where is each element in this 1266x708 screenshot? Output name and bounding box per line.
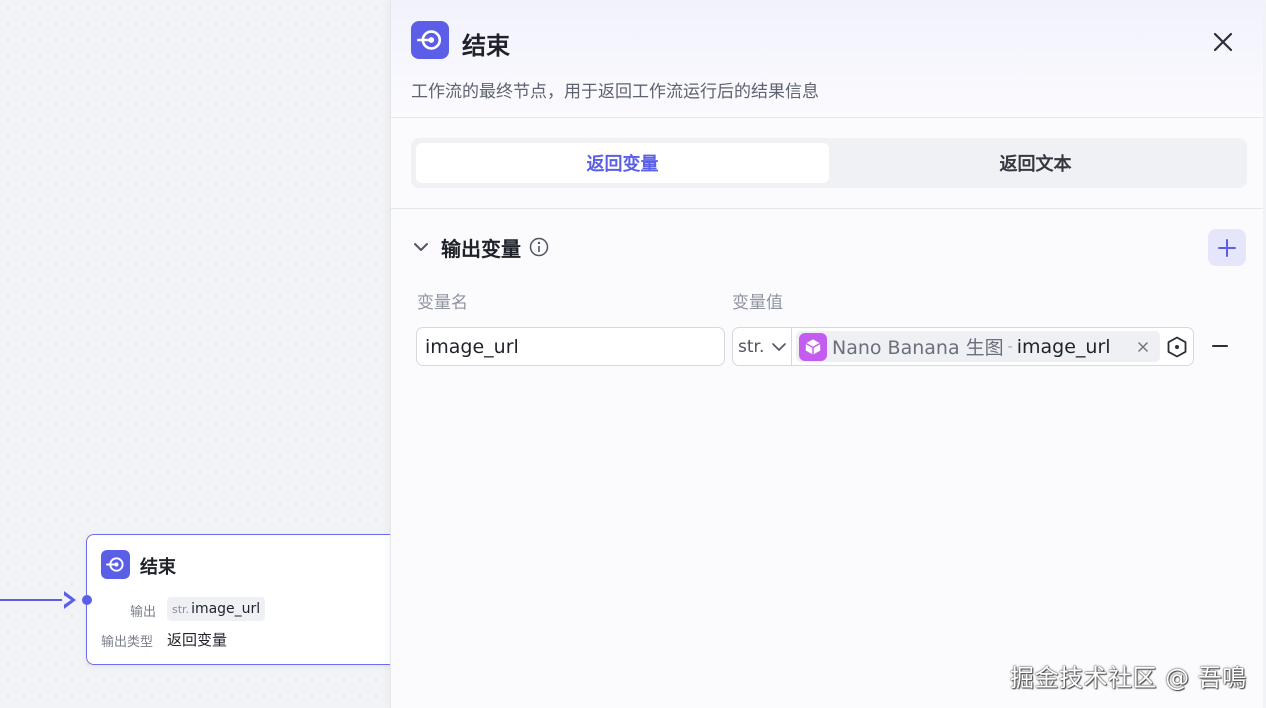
minus-icon: [1212, 345, 1228, 347]
variable-reference-chip[interactable]: Nano Banana 生图 - image_url: [796, 331, 1160, 362]
node-title: 结束: [140, 557, 176, 578]
variable-picker-button[interactable]: [1166, 336, 1188, 358]
cube-icon: [799, 332, 827, 361]
watermark-text: 掘金技术社区 @ 吾鳴: [1010, 664, 1247, 692]
tab-return-variable[interactable]: 返回变量: [416, 143, 829, 183]
output-section-header[interactable]: 输出变量: [413, 230, 549, 264]
chevron-down-icon[interactable]: [413, 239, 429, 255]
end-node-icon: [101, 550, 130, 579]
reference-node-name: Nano Banana 生图: [832, 337, 1004, 359]
close-icon: [1138, 341, 1148, 352]
variable-name-input[interactable]: [416, 327, 725, 366]
plus-icon: [1218, 238, 1236, 257]
column-label-value: 变量值: [732, 293, 783, 313]
variable-type-select[interactable]: str.: [733, 328, 792, 365]
chevron-down-icon: [772, 342, 787, 351]
variable-picker-icon: [1167, 336, 1187, 357]
section-divider: [391, 208, 1263, 209]
node-output-chip: str. image_url: [167, 597, 266, 621]
close-button[interactable]: [1209, 28, 1237, 56]
reference-separator: -: [1007, 338, 1013, 355]
tab-return-text[interactable]: 返回文本: [829, 143, 1242, 183]
clear-reference-button[interactable]: [1136, 340, 1150, 354]
output-section-title: 输出变量: [441, 236, 521, 261]
remove-variable-button[interactable]: [1209, 335, 1231, 357]
return-mode-tabs: 返回变量 返回文本: [411, 138, 1247, 188]
node-input-handle[interactable]: [82, 595, 92, 605]
node-output-label: 输出: [130, 605, 157, 620]
node-output-type-label: 输出类型: [101, 635, 154, 650]
column-label-name: 变量名: [417, 293, 468, 313]
node-output-var: image_url: [191, 601, 261, 617]
add-variable-button[interactable]: [1208, 229, 1246, 266]
node-output-type-tag: str.: [172, 602, 190, 616]
reference-variable-name: image_url: [1016, 335, 1111, 358]
end-node-card[interactable]: 结束 输出 str. image_url 输出类型 返回变量: [86, 534, 406, 665]
panel-description: 工作流的最终节点，用于返回工作流运行后的结果信息: [411, 82, 819, 102]
variable-type-label: str.: [738, 336, 765, 357]
panel-title: 结束: [462, 32, 510, 60]
close-icon: [1213, 32, 1233, 52]
variable-value-field[interactable]: str. Nano Banana 生图 - image_url: [732, 327, 1194, 366]
node-output-type-value: 返回变量: [167, 631, 228, 649]
connection-edge[interactable]: [0, 599, 70, 601]
edge-arrow-icon: [62, 591, 76, 609]
panel-header: 结束 工作流的最终节点，用于返回工作流运行后的结果信息: [391, 0, 1263, 118]
end-node-icon: [411, 21, 449, 59]
info-icon[interactable]: [529, 237, 549, 257]
node-config-panel: 结束 工作流的最终节点，用于返回工作流运行后的结果信息 返回变量 返回文本 输出…: [390, 0, 1263, 708]
